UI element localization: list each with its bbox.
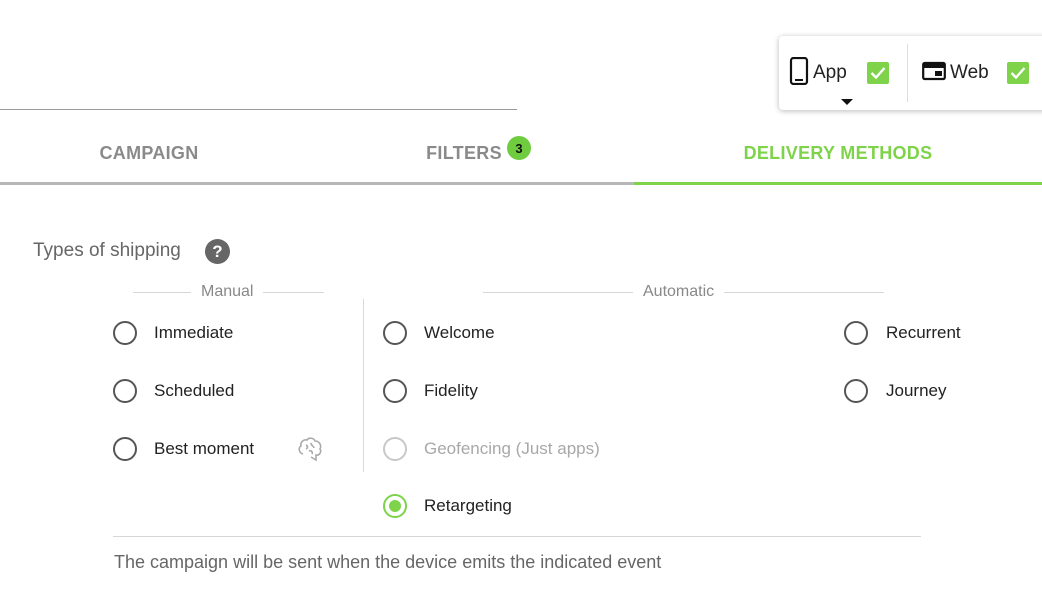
smartphone-icon — [789, 56, 809, 90]
divider — [483, 291, 633, 293]
option-immediate-label: Immediate — [154, 323, 234, 342]
group-divider — [363, 299, 364, 472]
platform-divider — [907, 44, 908, 102]
option-immediate[interactable]: Immediate — [113, 321, 233, 345]
section-title: Types of shipping — [33, 240, 181, 261]
tab-filters[interactable]: FILTERS — [330, 120, 598, 186]
divider — [133, 291, 191, 293]
radio-geofencing — [383, 437, 407, 461]
brain-icon — [297, 436, 323, 462]
option-best-moment[interactable]: Best moment — [113, 437, 254, 461]
radio-welcome[interactable] — [383, 321, 407, 345]
platform-selector: App Web — [779, 36, 1042, 110]
tab-campaign-label: CAMPAIGN — [99, 142, 199, 163]
option-journey-label: Journey — [886, 381, 947, 400]
option-retargeting-label: Retargeting — [424, 496, 512, 515]
platform-web-checkbox[interactable] — [1006, 62, 1029, 84]
radio-fidelity[interactable] — [383, 379, 407, 403]
radio-best-moment[interactable] — [113, 437, 137, 461]
platform-web-toggle[interactable]: Web — [922, 36, 1029, 110]
tab-delivery-methods[interactable]: DELIVERY METHODS — [634, 120, 1042, 186]
automatic-group-title: Automatic — [643, 283, 715, 300]
radio-recurrent[interactable] — [844, 321, 868, 345]
manual-group-header: Manual — [133, 283, 324, 301]
option-retargeting[interactable]: Retargeting — [383, 494, 512, 518]
option-recurrent[interactable]: Recurrent — [844, 321, 961, 345]
option-journey[interactable]: Journey — [844, 379, 946, 403]
help-icon[interactable]: ? — [205, 239, 230, 264]
radio-immediate[interactable] — [113, 321, 137, 345]
radio-journey[interactable] — [844, 379, 868, 403]
option-scheduled-label: Scheduled — [154, 381, 235, 400]
radio-scheduled[interactable] — [113, 379, 137, 403]
tab-underline-active — [634, 182, 1042, 185]
option-welcome[interactable]: Welcome — [383, 321, 495, 345]
tab-campaign[interactable]: CAMPAIGN — [0, 120, 298, 186]
platform-web-label: Web — [950, 62, 989, 83]
tab-delivery-methods-label: DELIVERY METHODS — [743, 142, 933, 163]
header-divider — [0, 109, 517, 110]
radio-retargeting[interactable] — [383, 494, 407, 518]
option-geofencing-label: Geofencing (Just apps) — [424, 439, 600, 458]
description-divider — [113, 536, 921, 537]
option-fidelity-label: Fidelity — [424, 381, 478, 400]
option-welcome-label: Welcome — [424, 323, 495, 342]
browser-window-icon — [922, 61, 946, 86]
filters-count-badge: 3 — [507, 136, 531, 160]
option-geofencing: Geofencing (Just apps) — [383, 437, 600, 461]
option-best-moment-label: Best moment — [154, 439, 255, 458]
option-scheduled[interactable]: Scheduled — [113, 379, 234, 403]
radio-selected-dot — [389, 500, 401, 512]
caret-down-icon[interactable] — [841, 99, 853, 105]
divider — [724, 291, 884, 293]
tab-underline — [0, 182, 634, 185]
manual-group-title: Manual — [201, 283, 254, 300]
platform-app-label: App — [813, 62, 847, 83]
automatic-group-header: Automatic — [483, 283, 884, 301]
delivery-description: The campaign will be sent when the devic… — [114, 552, 662, 572]
option-recurrent-label: Recurrent — [886, 323, 961, 342]
platform-app-toggle[interactable]: App — [789, 36, 889, 110]
platform-app-checkbox[interactable] — [866, 62, 889, 84]
option-fidelity[interactable]: Fidelity — [383, 379, 478, 403]
divider — [263, 291, 324, 293]
tab-filters-label: FILTERS — [426, 142, 502, 163]
